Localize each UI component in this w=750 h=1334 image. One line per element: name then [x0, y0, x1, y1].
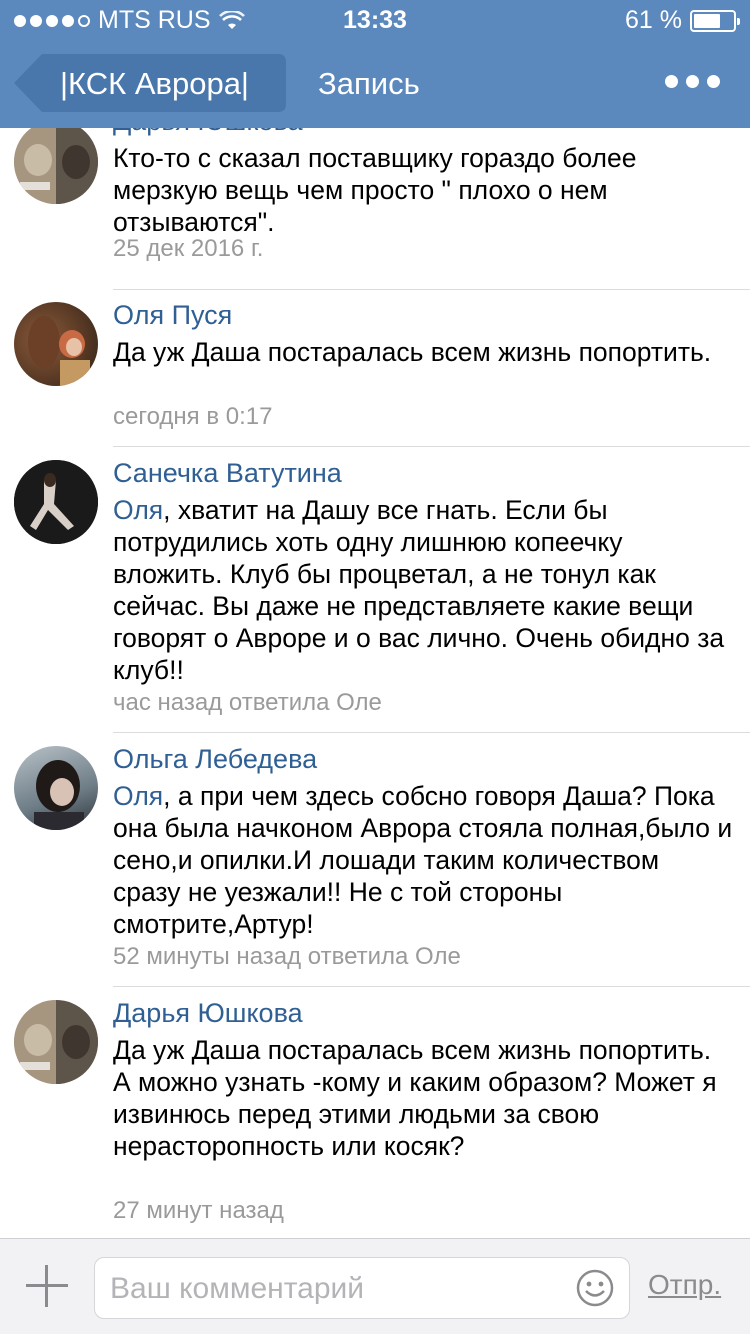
comment-text: Да уж Даша постаралась всем жизнь попорт…: [113, 1035, 717, 1161]
mention-link[interactable]: Оля: [113, 781, 163, 811]
avatar[interactable]: [14, 746, 98, 830]
battery-status: 61 %: [625, 6, 740, 35]
comment-timestamp: 52 минуты назад ответила Оле: [113, 943, 461, 970]
send-button[interactable]: Отпр.: [648, 1269, 721, 1301]
comment-text: Да уж Даша постаралась всем жизнь попорт…: [113, 337, 712, 367]
battery-icon: [690, 9, 740, 32]
status-bar: MTS RUS 13:33 61 %: [0, 0, 750, 40]
comment-text: Оля, а при чем здесь собсно говоря Даша?…: [113, 780, 733, 940]
more-dots-icon[interactable]: [665, 75, 720, 88]
navigation-header: MTS RUS 13:33 61 % |КСК Аврора| Запись: [0, 0, 750, 128]
divider: [113, 986, 750, 987]
comment-author[interactable]: Дарья Юшкова: [113, 998, 303, 1029]
avatar[interactable]: [14, 1000, 98, 1084]
comment-timestamp: сегодня в 0:17: [113, 403, 273, 430]
avatar-image: [14, 1000, 98, 1084]
comment-text-body: , хватит на Дашу все гнать. Если бы потр…: [113, 495, 725, 685]
avatar-image: [28, 316, 90, 386]
page-title: Запись: [318, 66, 420, 101]
comment-text: Кто-то с сказал поставщику гораздо более…: [113, 143, 637, 237]
comment-timestamp: 25 дек 2016 г.: [113, 235, 264, 262]
comment-author[interactable]: Оля Пуся: [113, 300, 232, 331]
comment-composer: Ваш комментарий Отпр.: [0, 1238, 750, 1334]
divider: [113, 446, 750, 447]
back-button[interactable]: |КСК Аврора|: [14, 54, 286, 112]
comment-author[interactable]: Ольга Лебедева: [113, 744, 317, 775]
comment-input[interactable]: Ваш комментарий: [94, 1257, 630, 1319]
comment-timestamp: час назад ответила Оле: [113, 689, 382, 716]
avatar-image: [14, 460, 98, 544]
back-button-label: |КСК Аврора|: [60, 66, 249, 101]
avatar[interactable]: [14, 128, 98, 204]
avatar[interactable]: [14, 460, 98, 544]
attach-plus-icon[interactable]: [26, 1265, 68, 1307]
comment-text-body: , а при чем здесь собсно говоря Даша? По…: [113, 781, 733, 939]
avatar[interactable]: [14, 302, 98, 386]
battery-percent: 61 %: [625, 6, 682, 34]
mention-link[interactable]: Оля: [113, 495, 163, 525]
comment-author[interactable]: Санечка Ватутина: [113, 458, 342, 489]
divider: [113, 289, 750, 290]
comment-author[interactable]: Дарья Юшкова: [113, 128, 303, 137]
avatar-image: [34, 760, 84, 830]
divider: [113, 732, 750, 733]
comment-timestamp: 27 минут назад: [113, 1197, 284, 1224]
comments-list: Дарья Юшкова Кто-то с сказал поставщику …: [0, 128, 750, 1238]
comment-input-placeholder: Ваш комментарий: [110, 1272, 365, 1305]
comment-text: Оля, хватит на Дашу все гнать. Если бы п…: [113, 494, 733, 686]
emoji-icon[interactable]: [575, 1268, 615, 1308]
avatar-image: [14, 128, 98, 204]
